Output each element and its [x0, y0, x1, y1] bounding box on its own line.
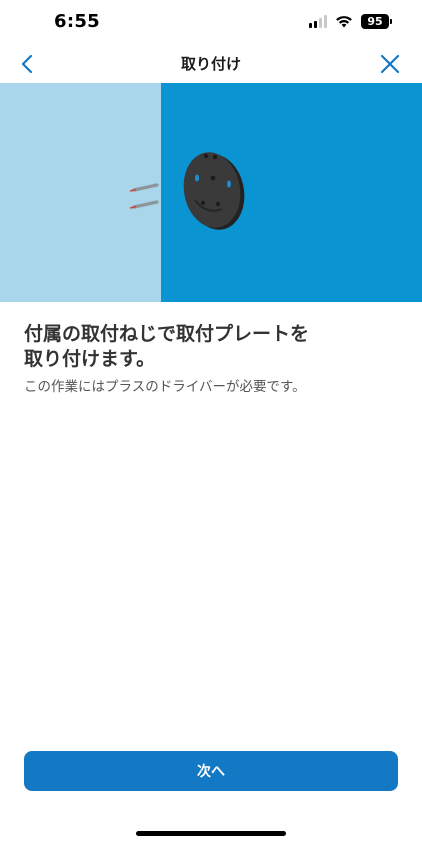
instruction-description: この作業にはプラスのドライバーが必要です。: [24, 379, 306, 395]
page-title: 取り付け: [180, 55, 241, 73]
next-button[interactable]: 次へ: [24, 751, 398, 791]
instruction-heading: 付属の取付ねじで取付プレートを 取り付けます。: [24, 322, 398, 372]
battery-icon: 95: [361, 14, 392, 29]
heading-line-2: 取り付けます。: [24, 348, 156, 370]
battery-level: 95: [361, 14, 389, 29]
status-time: 6:55: [54, 11, 100, 32]
mounting-plate-illustration: [0, 83, 422, 302]
wall-panel: [0, 83, 161, 302]
wifi-icon: [336, 16, 352, 28]
navigation-bar: 取り付け: [0, 46, 422, 82]
status-indicators: 95: [309, 14, 392, 29]
status-bar: 6:55 95: [0, 0, 422, 46]
home-indicator[interactable]: [136, 831, 286, 836]
cellular-signal-icon: [309, 15, 327, 28]
close-icon[interactable]: [376, 50, 404, 78]
heading-line-1: 付属の取付ねじで取付プレートを: [24, 323, 310, 345]
